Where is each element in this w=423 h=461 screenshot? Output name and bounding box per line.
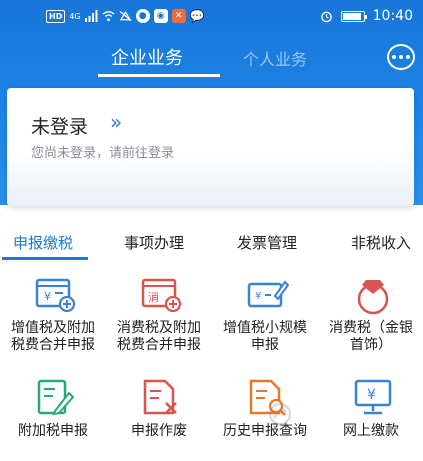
vat-small-scale-icon: ¥ [247,280,289,308]
service-grid: ¥ 增值税及附加 税费合并申报 消 消费税及附加 税费合并申报 ¥ 增值税小规模… [0,268,423,461]
active-tab-indicator [98,74,220,77]
active-category-indicator [2,257,88,260]
signal-icon [84,10,98,22]
network-type: 4G [69,11,81,21]
battery-icon [340,10,367,22]
wifi-icon [102,11,115,22]
service-label: 附加税申报 [18,423,88,439]
service-label: 申报作废 [131,423,187,439]
watermark-logo [269,403,291,425]
business-type-tabs: 企业业务 个人业务 [0,40,423,77]
service-surtax[interactable]: 附加税申报 [0,371,106,461]
app-notification-icon: ● [135,9,150,23]
svg-text:消: 消 [148,290,159,304]
login-card[interactable]: 未登录 » 您尚未登录，请前往登录 [7,88,414,206]
app-notification-icon: ✕ [171,9,186,23]
consumption-tax-icon: 消 [141,278,182,313]
jewelry-ring-icon [357,280,389,315]
message-notification-icon: 💬 [189,9,205,23]
service-label: 增值税及附加 税费合并申报 [11,320,95,353]
svg-text:¥: ¥ [44,290,51,303]
service-vat-combined[interactable]: ¥ 增值税及附加 税费合并申报 [0,268,106,364]
clock: 10:40 [372,8,413,24]
tab-matters-handling[interactable]: 事项办理 [124,232,184,253]
service-vat-small-scale[interactable]: ¥ 增值税小规模 申报 [212,268,318,364]
tab-enterprise-business[interactable]: 企业业务 [111,44,183,70]
status-bar: HD 4G ● ◉ ✕ 💬 10:40 [0,0,423,32]
category-tabs: 申报缴税 事项办理 发票管理 非税收入 [0,220,423,260]
tab-invoice-management[interactable]: 发票管理 [237,232,297,253]
service-consumption-jewelry[interactable]: 消费税（金银 首饰） [318,268,423,364]
dot [399,55,403,59]
svg-text:¥: ¥ [255,291,261,302]
login-prompt: 您尚未登录，请前往登录 [31,146,175,161]
vat-form-icon: ¥ [35,278,76,313]
login-status-title: 未登录 [31,116,89,138]
dot [406,55,410,59]
tab-declare-pay-tax[interactable]: 申报缴税 [13,232,73,253]
service-label: 增值税小规模 申报 [223,320,307,353]
service-void-declaration[interactable]: 申报作废 [106,371,212,461]
tab-non-tax-revenue[interactable]: 非税收入 [351,232,411,253]
app-notification-icon: ◉ [153,9,168,23]
void-declaration-icon [143,379,177,415]
double-chevron-right-icon: » [110,110,123,134]
alarm-icon [320,11,332,22]
service-label: 消费税及附加 税费合并申报 [117,320,201,353]
muted-notification-icon [119,10,132,22]
surtax-form-icon [37,379,75,416]
service-label: 消费税（金银 首饰） [329,320,413,353]
tab-personal-business[interactable]: 个人业务 [243,46,307,70]
hd-indicator: HD [46,9,66,23]
service-consumption-combined[interactable]: 消 消费税及附加 税费合并申报 [106,268,212,364]
message-button[interactable] [387,44,415,70]
dot [392,55,396,59]
